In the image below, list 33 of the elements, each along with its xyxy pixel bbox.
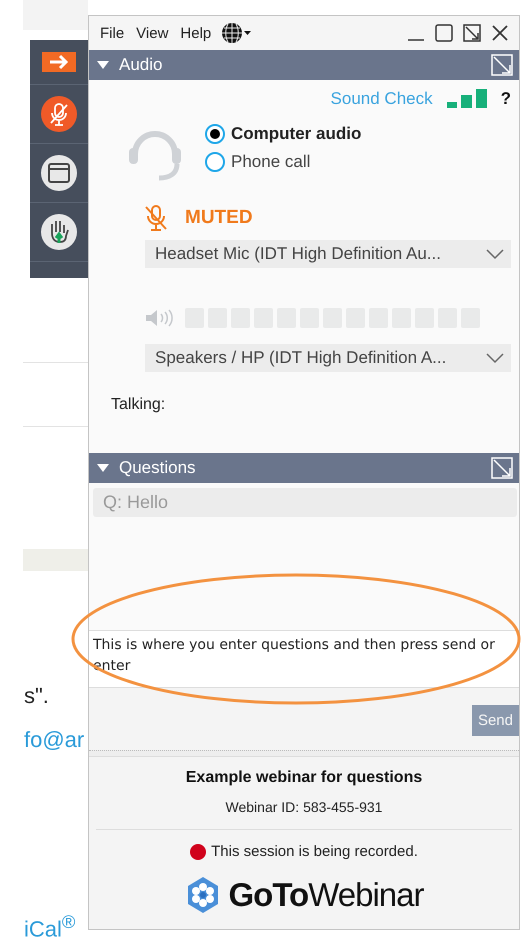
raise-hand-button[interactable] — [40, 213, 78, 251]
webinar-id: Webinar ID: 583-455-931 — [226, 799, 382, 815]
chevron-down-icon — [485, 352, 505, 364]
signal-bars-icon — [446, 89, 487, 109]
speaker-dropdown[interactable]: Speakers / HP (IDT High Definition A... — [145, 344, 511, 372]
section-title: Audio — [119, 55, 164, 75]
menu-item[interactable]: File — [95, 22, 130, 44]
mute-status: MUTED — [185, 207, 253, 229]
recording-notice: This session is being recorded. — [211, 843, 418, 860]
collapse-triangle-icon[interactable] — [97, 61, 109, 69]
product-logo-text: GoToWebinar — [228, 876, 424, 914]
pop-out-icon[interactable] — [491, 54, 513, 76]
audio-option-radio[interactable]: Computer audio — [205, 124, 362, 144]
resize-grip[interactable] — [89, 750, 519, 757]
speaker-icon — [145, 309, 173, 327]
arrow-button[interactable] — [42, 52, 76, 72]
webinar-title: Example webinar for questions — [186, 769, 422, 787]
chevron-down-icon — [485, 248, 505, 260]
audio-option-radio[interactable]: Phone call — [205, 152, 362, 172]
menu-item[interactable]: Help — [175, 22, 216, 44]
microphone-button[interactable] — [40, 95, 78, 133]
talking-label: Talking: — [111, 396, 166, 414]
collapse-triangle-icon[interactable] — [97, 464, 109, 472]
window-button[interactable] — [40, 154, 78, 192]
microphone-dropdown[interactable]: Headset Mic (IDT High Definition Au... — [145, 240, 511, 268]
section-title: Questions — [119, 458, 197, 478]
pop-out-icon[interactable] — [491, 457, 513, 479]
help-icon[interactable]: ? — [500, 89, 511, 109]
section-header[interactable]: Audio — [89, 50, 519, 80]
section-header[interactable]: Questions — [89, 453, 519, 483]
page-band — [23, 549, 88, 571]
page-text: s". — [24, 683, 50, 709]
menu-item[interactable]: View — [131, 22, 174, 44]
